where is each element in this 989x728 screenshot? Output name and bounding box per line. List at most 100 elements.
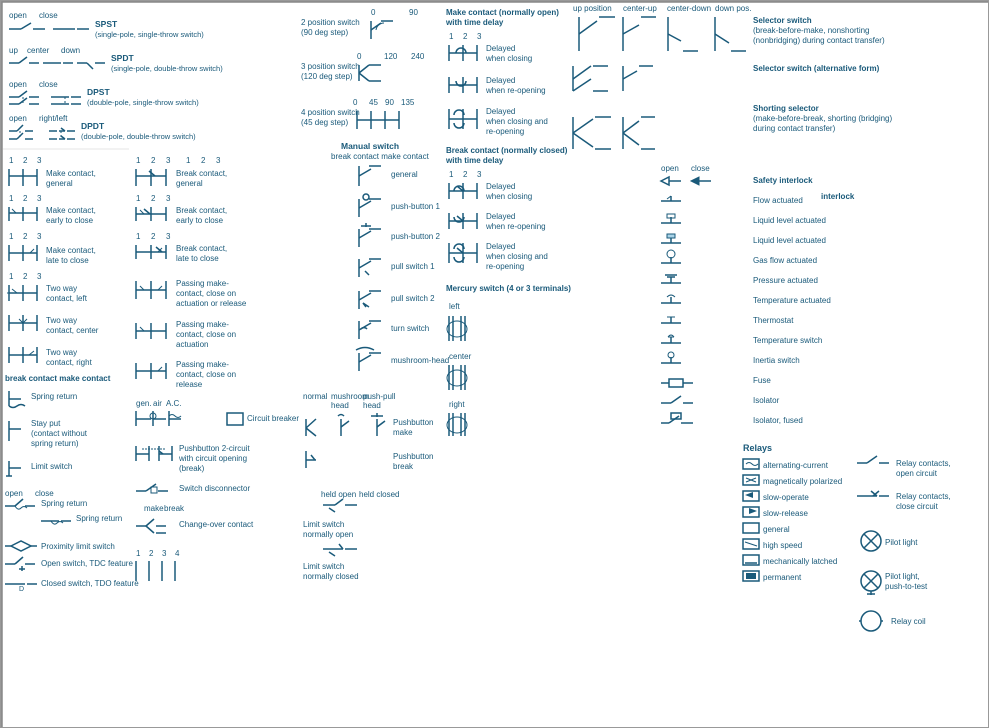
svg-text:gen.: gen. xyxy=(136,399,152,408)
svg-text:Delayed: Delayed xyxy=(486,182,515,191)
svg-text:actuation: actuation xyxy=(176,340,208,349)
svg-text:when closing and: when closing and xyxy=(485,252,548,261)
svg-text:head: head xyxy=(331,401,349,410)
svg-text:1: 1 xyxy=(136,156,141,165)
svg-text:center: center xyxy=(27,46,50,55)
svg-text:Selector switch (alternative f: Selector switch (alternative form) xyxy=(753,64,880,73)
svg-text:close: close xyxy=(691,164,710,173)
svg-text:1: 1 xyxy=(136,232,141,241)
svg-text:mushroom-head: mushroom-head xyxy=(391,356,449,365)
svg-text:open: open xyxy=(9,114,27,123)
svg-text:(make-before-break, shorting (: (make-before-break, shorting (bridging) xyxy=(753,114,893,123)
svg-text:actuation or release: actuation or release xyxy=(176,299,247,308)
svg-text:2: 2 xyxy=(151,194,156,203)
svg-text:open circuit: open circuit xyxy=(896,469,938,478)
svg-text:0: 0 xyxy=(357,52,362,61)
svg-text:spring return): spring return) xyxy=(31,439,79,448)
svg-text:90: 90 xyxy=(385,98,394,107)
svg-text:right/left: right/left xyxy=(39,114,68,123)
svg-text:(single-pole, double-throw swi: (single-pole, double-throw switch) xyxy=(111,64,223,73)
svg-text:(break-before-make, nonshortin: (break-before-make, nonshorting xyxy=(753,26,870,35)
svg-text:(double-pole, double-throw swi: (double-pole, double-throw switch) xyxy=(81,132,196,141)
svg-text:when closing: when closing xyxy=(485,192,532,201)
svg-text:Change-over contact: Change-over contact xyxy=(179,520,254,529)
svg-text:Spring return: Spring return xyxy=(31,392,77,401)
svg-text:Delayed: Delayed xyxy=(486,107,515,116)
svg-text:4: 4 xyxy=(175,549,180,558)
svg-text:Isolator, fused: Isolator, fused xyxy=(753,416,803,425)
svg-text:head: head xyxy=(363,401,381,410)
svg-text:Proximity limit switch: Proximity limit switch xyxy=(41,542,115,551)
svg-text:Make contact,: Make contact, xyxy=(46,206,96,215)
symbols-diagram: open close SPST (single-pole, single-thr… xyxy=(1,1,989,728)
svg-text:3: 3 xyxy=(37,232,42,241)
svg-text:A.C.: A.C. xyxy=(166,399,182,408)
svg-text:3: 3 xyxy=(37,194,42,203)
svg-text:Delayed: Delayed xyxy=(486,242,515,251)
svg-text:Fuse: Fuse xyxy=(753,376,771,385)
svg-text:Relays: Relays xyxy=(743,443,772,453)
svg-text:Passing make-: Passing make- xyxy=(176,320,229,329)
svg-text:Passing make-: Passing make- xyxy=(176,360,229,369)
svg-text:down: down xyxy=(61,46,80,55)
svg-text:1: 1 xyxy=(449,32,454,41)
svg-text:push-button 1: push-button 1 xyxy=(391,202,440,211)
svg-text:1: 1 xyxy=(136,549,141,558)
main-container: open close SPST (single-pole, single-thr… xyxy=(0,0,989,728)
svg-text:Inertia switch: Inertia switch xyxy=(753,356,800,365)
svg-text:Pushbutton 2-circuit: Pushbutton 2-circuit xyxy=(179,444,250,453)
svg-text:general: general xyxy=(46,179,73,188)
svg-text:slow-operate: slow-operate xyxy=(763,493,809,502)
svg-text:Pilot light,: Pilot light, xyxy=(885,572,920,581)
svg-text:with time delay: with time delay xyxy=(445,156,504,165)
svg-text:right: right xyxy=(449,400,465,409)
svg-text:1: 1 xyxy=(9,156,14,165)
svg-text:center: center xyxy=(449,352,472,361)
svg-text:(45 deg step): (45 deg step) xyxy=(301,118,348,127)
svg-text:D: D xyxy=(19,586,24,593)
svg-text:Break contact,: Break contact, xyxy=(176,169,227,178)
svg-text:Open switch, TDC feature: Open switch, TDC feature xyxy=(41,559,133,568)
svg-text:Relay contacts,: Relay contacts, xyxy=(896,492,951,501)
svg-text:1: 1 xyxy=(9,272,14,281)
svg-text:early to close: early to close xyxy=(176,216,224,225)
svg-text:Stay put: Stay put xyxy=(31,419,61,428)
svg-text:center-down: center-down xyxy=(667,4,711,13)
svg-text:Pushbutton: Pushbutton xyxy=(393,418,433,427)
svg-text:general: general xyxy=(176,179,203,188)
svg-text:during contact transfer): during contact transfer) xyxy=(753,124,836,133)
svg-text:Delayed: Delayed xyxy=(486,44,515,53)
svg-text:Temperature switch: Temperature switch xyxy=(753,336,822,345)
svg-text:pull switch 2: pull switch 2 xyxy=(391,294,435,303)
svg-text:Make contact,: Make contact, xyxy=(46,169,96,178)
svg-text:release: release xyxy=(176,380,203,389)
svg-text:general: general xyxy=(763,525,790,534)
svg-text:interlock: interlock xyxy=(821,192,855,201)
svg-text:open: open xyxy=(5,489,23,498)
svg-text:2: 2 xyxy=(463,170,468,179)
svg-text:Pilot light: Pilot light xyxy=(885,538,918,547)
svg-text:Mercury switch (4 or 3 termina: Mercury switch (4 or 3 terminals) xyxy=(446,284,571,293)
svg-text:left: left xyxy=(449,302,460,311)
svg-text:(single-pole, single-throw swi: (single-pole, single-throw switch) xyxy=(95,30,204,39)
svg-text:down pos.: down pos. xyxy=(715,4,751,13)
svg-text:early to close: early to close xyxy=(46,216,94,225)
svg-text:3: 3 xyxy=(162,549,167,558)
svg-text:held open: held open xyxy=(321,490,356,499)
svg-text:2: 2 xyxy=(23,272,28,281)
svg-text:up: up xyxy=(9,46,18,55)
svg-text:120: 120 xyxy=(384,52,398,61)
svg-text:when re-opening: when re-opening xyxy=(485,222,546,231)
svg-text:contact, center: contact, center xyxy=(46,326,99,335)
svg-text:close: close xyxy=(39,80,58,89)
svg-text:up position: up position xyxy=(573,4,612,13)
svg-text:turn switch: turn switch xyxy=(391,324,429,333)
svg-text:4 position switch: 4 position switch xyxy=(301,108,360,117)
svg-text:DPST: DPST xyxy=(87,87,110,97)
svg-text:normal: normal xyxy=(303,392,328,401)
svg-text:SPST: SPST xyxy=(95,19,118,29)
svg-text:close circuit: close circuit xyxy=(896,502,939,511)
svg-text:Liquid level actuated: Liquid level actuated xyxy=(753,216,826,225)
svg-text:late to close: late to close xyxy=(46,256,89,265)
svg-text:with time delay: with time delay xyxy=(445,18,504,27)
